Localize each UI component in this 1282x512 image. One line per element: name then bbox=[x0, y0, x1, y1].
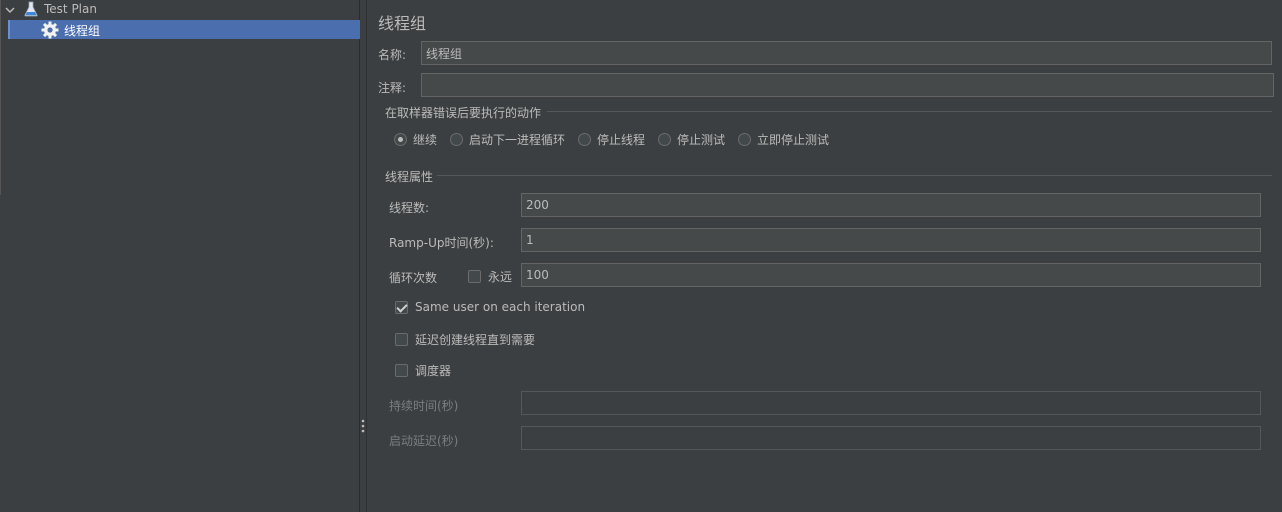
checkbox-indicator[interactable] bbox=[395, 300, 408, 314]
error-action-section-title: 在取样器错误后要执行的动作 bbox=[385, 106, 542, 120]
flask-icon bbox=[24, 1, 38, 17]
checkbox-indicator[interactable] bbox=[395, 364, 408, 377]
radio-indicator[interactable] bbox=[394, 133, 407, 146]
tree-item-label: 线程组 bbox=[64, 24, 101, 38]
chevron-down-icon[interactable] bbox=[5, 4, 15, 14]
radio-indicator[interactable] bbox=[578, 133, 591, 146]
comment-field[interactable] bbox=[421, 73, 1274, 97]
checkbox-label: Same user on each iteration bbox=[415, 300, 586, 314]
checkbox-label: 调度器 bbox=[415, 364, 452, 378]
radio-label: 立即停止测试 bbox=[757, 133, 830, 147]
name-label: 名称: bbox=[378, 48, 407, 62]
forever-checkbox[interactable]: 永远 bbox=[468, 268, 512, 285]
checkbox-label: 延迟创建线程直到需要 bbox=[415, 333, 536, 347]
checkbox-label: 永远 bbox=[488, 270, 513, 284]
duration-field[interactable] bbox=[521, 391, 1261, 415]
test-plan-tree bbox=[0, 0, 360, 512]
same-user-checkbox[interactable]: Same user on each iteration bbox=[395, 300, 585, 314]
duration-label: 持续时间(秒) bbox=[389, 399, 459, 413]
checkbox-indicator[interactable] bbox=[468, 270, 481, 283]
tree-item-thread-group[interactable]: 线程组 bbox=[8, 20, 360, 39]
radio-indicator[interactable] bbox=[658, 133, 671, 146]
radio-continue[interactable]: 继续 bbox=[394, 131, 437, 148]
radio-stop-thread[interactable]: 停止线程 bbox=[578, 131, 645, 148]
section-divider bbox=[437, 175, 1272, 176]
radio-label: 继续 bbox=[413, 133, 438, 147]
radio-stop-test-now[interactable]: 立即停止测试 bbox=[738, 131, 829, 148]
radio-label: 停止测试 bbox=[677, 133, 726, 147]
checkbox-indicator[interactable] bbox=[395, 333, 408, 346]
radio-label: 停止线程 bbox=[597, 133, 646, 147]
radio-indicator[interactable] bbox=[450, 133, 463, 146]
page-title: 线程组 bbox=[378, 14, 427, 33]
scheduler-checkbox[interactable]: 调度器 bbox=[395, 362, 451, 379]
threads-field[interactable] bbox=[521, 193, 1261, 217]
section-divider bbox=[547, 111, 1272, 112]
radio-stop-test[interactable]: 停止测试 bbox=[658, 131, 725, 148]
threads-label: 线程数: bbox=[389, 201, 430, 215]
delay-thread-creation-checkbox[interactable]: 延迟创建线程直到需要 bbox=[395, 331, 535, 348]
tree-item-test-plan[interactable]: Test Plan bbox=[0, 0, 359, 19]
gear-icon bbox=[41, 21, 59, 39]
radio-indicator[interactable] bbox=[738, 133, 751, 146]
rampup-field[interactable] bbox=[521, 228, 1261, 252]
thread-properties-section-title: 线程属性 bbox=[385, 170, 434, 184]
loop-count-label: 循环次数 bbox=[389, 271, 438, 285]
radio-start-next-loop[interactable]: 启动下一进程循环 bbox=[450, 131, 565, 148]
rampup-label: Ramp-Up时间(秒): bbox=[389, 236, 494, 250]
loop-count-field[interactable] bbox=[521, 263, 1261, 287]
name-field[interactable] bbox=[421, 41, 1272, 65]
tree-edge bbox=[0, 0, 1, 195]
startup-delay-label: 启动延迟(秒) bbox=[389, 434, 459, 448]
startup-delay-field[interactable] bbox=[521, 426, 1261, 450]
comment-label: 注释: bbox=[378, 81, 407, 95]
tree-item-label: Test Plan bbox=[44, 2, 97, 16]
panel-separator bbox=[366, 0, 367, 512]
radio-label: 启动下一进程循环 bbox=[469, 133, 566, 147]
